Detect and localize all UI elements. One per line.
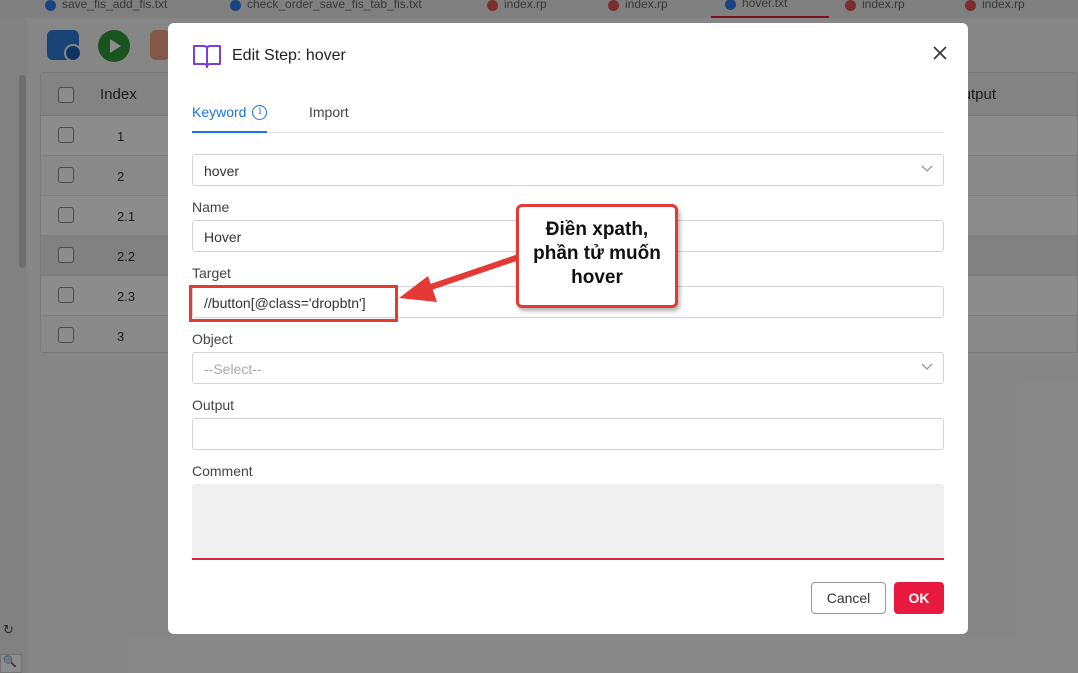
close-icon[interactable] xyxy=(932,45,948,61)
tab-keyword[interactable]: Keyword i xyxy=(192,104,268,133)
object-select[interactable]: --Select-- xyxy=(192,352,944,384)
comment-textarea[interactable] xyxy=(192,484,944,560)
output-label: Output xyxy=(192,397,235,413)
annotation-callout: Điền xpath, phần tử muốn hover xyxy=(516,204,678,308)
book-icon xyxy=(193,45,221,68)
chevron-down-icon xyxy=(921,363,933,370)
chevron-down-icon xyxy=(921,165,933,172)
output-field[interactable] xyxy=(192,418,944,450)
dialog-header: Edit Step: hover xyxy=(192,43,346,69)
object-label: Object xyxy=(192,331,233,347)
target-label: Target xyxy=(192,265,231,281)
comment-label: Comment xyxy=(192,463,253,479)
cancel-button[interactable]: Cancel xyxy=(811,582,886,614)
keyword-select[interactable]: hover xyxy=(192,154,944,186)
name-label: Name xyxy=(192,199,230,215)
ok-button[interactable]: OK xyxy=(894,582,944,614)
dialog-tabs: Keyword i Import xyxy=(192,99,944,133)
target-highlight-box xyxy=(189,285,398,322)
edit-step-dialog: Edit Step: hover Keyword i Import hover … xyxy=(168,23,968,634)
info-icon[interactable]: i xyxy=(252,105,268,120)
tab-import[interactable]: Import xyxy=(309,104,349,133)
dialog-title: Edit Step: hover xyxy=(232,47,346,64)
